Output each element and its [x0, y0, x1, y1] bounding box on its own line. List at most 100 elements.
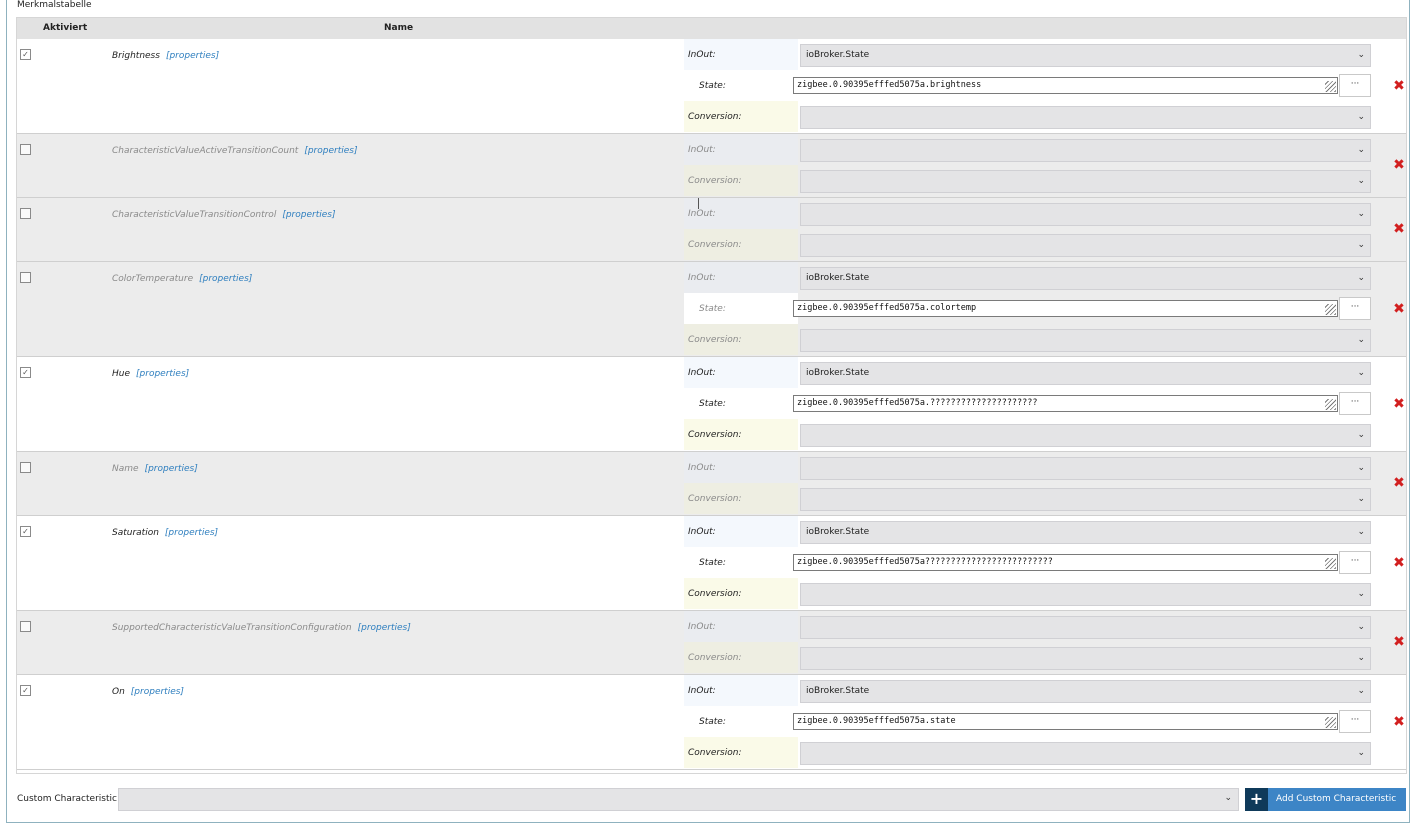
conversion-select[interactable]: ⌄	[800, 329, 1371, 352]
delete-icon[interactable]: ✖	[1392, 635, 1406, 649]
select-state-button[interactable]: ···	[1339, 392, 1371, 415]
state-id-input[interactable]: zigbee.0.90395efffed5075a.state	[793, 713, 1338, 730]
delete-icon[interactable]: ✖	[1392, 556, 1406, 570]
properties-link[interactable]: [properties]	[199, 274, 252, 284]
state-label-cell: State:	[684, 547, 798, 578]
chevron-down-icon: ⌄	[1357, 463, 1365, 473]
resize-grip-icon[interactable]	[1325, 558, 1336, 569]
properties-link[interactable]: [properties]	[131, 687, 184, 697]
header-name: Name	[384, 23, 414, 33]
conversion-select[interactable]: ⌄	[800, 647, 1371, 670]
select-state-button[interactable]: ···	[1339, 74, 1371, 97]
state-id-input[interactable]: zigbee.0.90395efffed5075a.??????????????…	[793, 395, 1338, 412]
inout-select[interactable]: ⌄	[800, 139, 1371, 162]
inout-label-cell: InOut:	[684, 134, 798, 165]
enabled-checkbox[interactable]	[20, 462, 31, 473]
inout-select-value: ioBroker.State	[806, 686, 870, 696]
inout-select-value: ioBroker.State	[806, 273, 870, 283]
inout-label: InOut:	[688, 273, 716, 283]
properties-link[interactable]: [properties]	[145, 464, 198, 474]
checkmark-icon: ✓	[22, 368, 29, 377]
characteristic-name-cell: CharacteristicValueActiveTransitionCount…	[112, 146, 357, 156]
enabled-checkbox[interactable]: ✓	[20, 685, 31, 696]
select-state-button[interactable]: ···	[1339, 710, 1371, 733]
conversion-select[interactable]: ⌄	[800, 583, 1371, 606]
conversion-select[interactable]: ⌄	[800, 170, 1371, 193]
inout-label: InOut:	[688, 209, 716, 219]
properties-link[interactable]: [properties]	[165, 528, 218, 538]
enabled-checkbox[interactable]	[20, 621, 31, 632]
chevron-down-icon: ⌄	[1357, 748, 1365, 758]
inout-label: InOut:	[688, 50, 716, 60]
conversion-select[interactable]: ⌄	[800, 234, 1371, 257]
add-custom-characteristic-button[interactable]: + Add Custom Characteristic	[1245, 788, 1406, 811]
inout-select[interactable]: ⌄	[800, 616, 1371, 639]
inout-select[interactable]: ioBroker.State ⌄	[800, 44, 1371, 67]
conversion-label-cell: Conversion:	[684, 101, 798, 132]
delete-icon[interactable]: ✖	[1392, 476, 1406, 490]
state-label: State:	[699, 558, 726, 568]
conversion-label-cell: Conversion:	[684, 324, 798, 355]
delete-icon[interactable]: ✖	[1392, 302, 1406, 316]
inout-label-cell: InOut:	[684, 675, 798, 706]
chevron-down-icon: ⌄	[1357, 686, 1365, 696]
state-id-value: zigbee.0.90395efffed5075a.colortemp	[797, 303, 977, 313]
delete-icon[interactable]: ✖	[1392, 222, 1406, 236]
characteristic-name: CharacteristicValueTransitionControl	[112, 210, 277, 220]
state-label-cell: State:	[684, 706, 798, 737]
conversion-label-cell: Conversion:	[684, 229, 798, 260]
properties-link[interactable]: [properties]	[304, 146, 357, 156]
properties-link[interactable]: [properties]	[166, 51, 219, 61]
state-id-input[interactable]: zigbee.0.90395efffed5075a.colortemp	[793, 300, 1338, 317]
delete-icon[interactable]: ✖	[1392, 158, 1406, 172]
state-label-cell: State:	[684, 293, 798, 324]
resize-grip-icon[interactable]	[1325, 399, 1336, 410]
table-row: ColorTemperature [properties] InOut: ioBrok…	[17, 262, 1406, 357]
enabled-checkbox[interactable]	[20, 208, 31, 219]
state-id-input[interactable]: zigbee.0.90395efffed5075a.brightness	[793, 77, 1338, 94]
chevron-down-icon: ⌄	[1224, 793, 1232, 803]
conversion-label: Conversion:	[688, 430, 742, 440]
inout-select-value: ioBroker.State	[806, 50, 870, 60]
inout-select[interactable]: ioBroker.State ⌄	[800, 680, 1371, 703]
conversion-label: Conversion:	[688, 494, 742, 504]
inout-select[interactable]: ⌄	[800, 203, 1371, 226]
state-id-input[interactable]: zigbee.0.90395efffed5075a???????????????…	[793, 554, 1338, 571]
conversion-select[interactable]: ⌄	[800, 106, 1371, 129]
inout-select[interactable]: ioBroker.State ⌄	[800, 362, 1371, 385]
select-state-button[interactable]: ···	[1339, 297, 1371, 320]
enabled-checkbox[interactable]: ✓	[20, 367, 31, 378]
delete-icon[interactable]: ✖	[1392, 79, 1406, 93]
inout-select[interactable]: ioBroker.State ⌄	[800, 521, 1371, 544]
table-row: SupportedCharacteristicValueTransitionCo…	[17, 611, 1406, 675]
select-state-button[interactable]: ···	[1339, 551, 1371, 574]
state-label: State:	[699, 81, 726, 91]
enabled-checkbox[interactable]	[20, 144, 31, 155]
table-row: ✓ On [properties] InOut: ioBroker.State ⌄ Stat…	[17, 675, 1406, 770]
chevron-down-icon: ⌄	[1357, 622, 1365, 632]
properties-link[interactable]: [properties]	[282, 210, 335, 220]
inout-select[interactable]: ⌄	[800, 457, 1371, 480]
custom-characteristic-select[interactable]: ⌄	[118, 788, 1239, 811]
conversion-select[interactable]: ⌄	[800, 424, 1371, 447]
enabled-checkbox[interactable]: ✓	[20, 49, 31, 60]
delete-icon[interactable]: ✖	[1392, 397, 1406, 411]
properties-link[interactable]: [properties]	[136, 369, 189, 379]
delete-icon[interactable]: ✖	[1392, 715, 1406, 729]
table-row: Name [properties] InOut: ⌄ Conversion: ⌄ ✖	[17, 452, 1406, 516]
chevron-down-icon: ⌄	[1357, 240, 1365, 250]
characteristic-name: Hue	[112, 369, 131, 379]
conversion-select[interactable]: ⌄	[800, 742, 1371, 765]
resize-grip-icon[interactable]	[1325, 304, 1336, 315]
enabled-checkbox[interactable]: ✓	[20, 526, 31, 537]
resize-grip-icon[interactable]	[1325, 717, 1336, 728]
properties-link[interactable]: [properties]	[358, 623, 411, 633]
chevron-down-icon: ⌄	[1357, 494, 1365, 504]
inout-select[interactable]: ioBroker.State ⌄	[800, 267, 1371, 290]
conversion-select[interactable]: ⌄	[800, 488, 1371, 511]
characteristic-name-cell: Name [properties]	[112, 464, 198, 474]
resize-grip-icon[interactable]	[1325, 81, 1336, 92]
enabled-checkbox[interactable]	[20, 272, 31, 283]
state-label: State:	[699, 304, 726, 314]
inout-label-cell: InOut:	[684, 357, 798, 388]
